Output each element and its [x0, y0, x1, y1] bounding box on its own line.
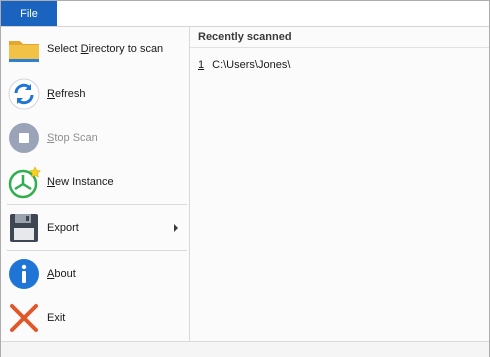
submenu-arrow-icon [174, 224, 178, 232]
floppy-disk-icon [7, 211, 41, 245]
ribbon-bar: File [1, 1, 489, 27]
menu-item-exit[interactable]: Exit [1, 296, 189, 340]
refresh-icon [7, 77, 41, 111]
stop-icon [7, 121, 41, 155]
menu-item-refresh[interactable]: Refresh [1, 72, 189, 116]
status-bar [1, 341, 489, 357]
recent-entry-index: 1 [198, 59, 205, 71]
menu-item-label: Refresh [47, 88, 86, 100]
recent-entry[interactable]: 1 C:\Users\Jones\ [198, 59, 290, 71]
menu-separator [7, 250, 187, 251]
menu-item-stop-scan[interactable]: Stop Scan [1, 116, 189, 160]
menu-item-new-instance[interactable]: New Instance [1, 160, 189, 204]
file-tab[interactable]: File [1, 1, 57, 26]
recently-scanned-panel: Recently scanned 1 C:\Users\Jones\ [190, 27, 489, 341]
recently-scanned-title: Recently scanned [198, 31, 292, 43]
recently-scanned-header: Recently scanned [190, 27, 489, 48]
menu-item-label: Exit [47, 312, 66, 324]
menu-separator [7, 204, 187, 205]
menu-item-label: Stop Scan [47, 132, 98, 144]
menu-item-about[interactable]: About [1, 252, 189, 296]
menu-item-select-directory[interactable]: Select Directory to scan [1, 27, 189, 71]
new-instance-icon [7, 165, 41, 199]
app-window: File Select Directory to scan Refresh St… [0, 0, 490, 357]
close-x-icon [7, 301, 41, 335]
folder-icon [7, 32, 41, 66]
menu-item-label: About [47, 268, 76, 280]
file-menu-panel: Select Directory to scan Refresh Stop Sc… [1, 27, 190, 341]
menu-item-label: Export [47, 222, 79, 234]
menu-item-label: New Instance [47, 176, 114, 188]
recent-entry-path: C:\Users\Jones\ [212, 59, 291, 71]
menu-item-label: Select Directory to scan [47, 43, 164, 55]
info-icon [7, 257, 41, 291]
file-tab-label: File [20, 7, 38, 20]
menu-item-export[interactable]: Export [1, 206, 189, 250]
